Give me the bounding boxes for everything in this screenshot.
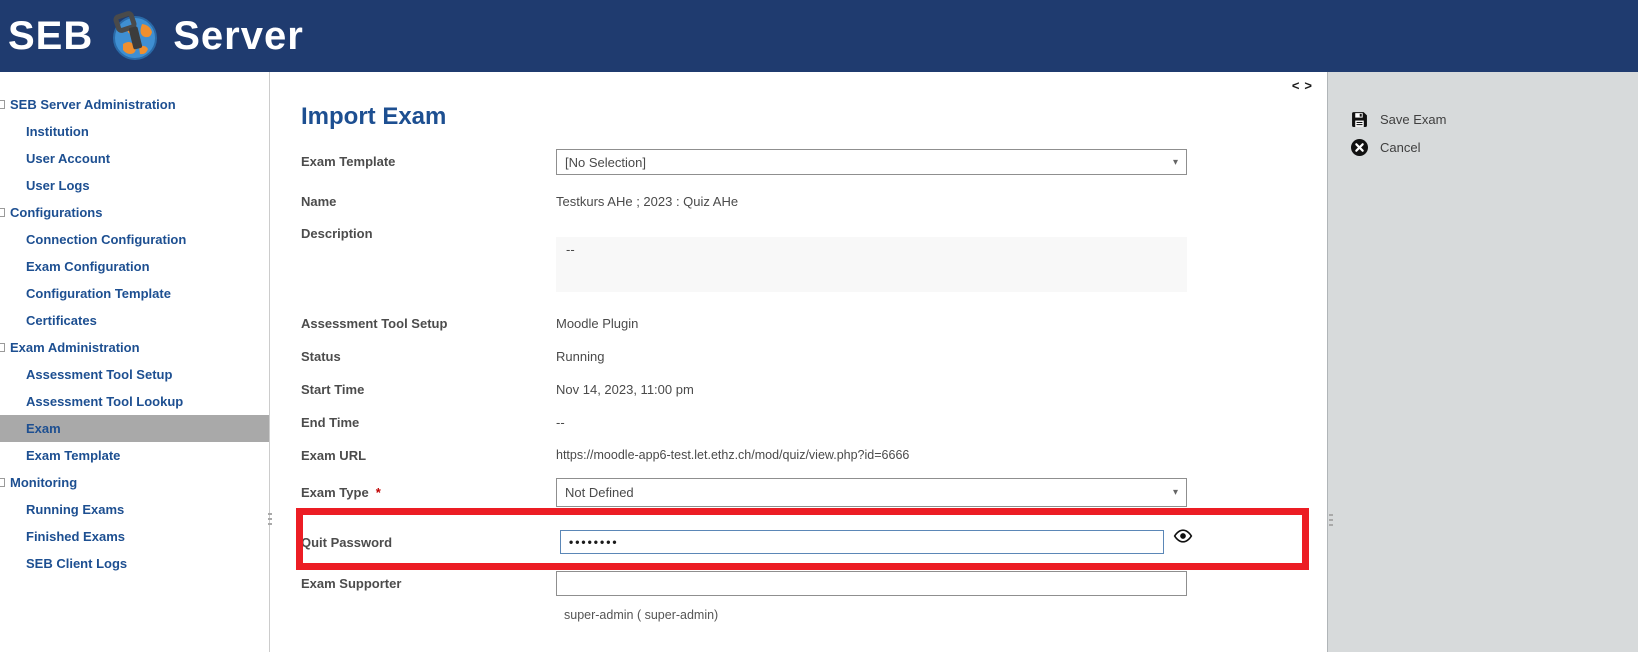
end-time-value: -- [556,410,565,434]
field-row-name: Name Testkurs AHe ; 2023 : Quiz AHe [271,189,1326,213]
sash-grip-left[interactable] [268,513,272,527]
sidebar-item-exam-administration[interactable]: Exam Administration [0,334,269,361]
app-header: SEB Server [0,0,1638,72]
description-value-box: -- [556,237,1187,292]
exam-template-select[interactable]: [No Selection] ▾ [556,149,1187,175]
assessment-tool-setup-value: Moodle Plugin [556,311,638,335]
save-exam-button[interactable]: Save Exam [1328,105,1638,133]
sidebar-item-monitoring[interactable]: Monitoring [0,469,269,496]
tree-toggle-icon[interactable] [0,208,5,217]
sidebar-item-assessment-tool-lookup[interactable]: Assessment Tool Lookup [0,388,269,415]
sidebar-item-institution[interactable]: Institution [0,118,269,145]
expand-panel-icon[interactable]: > [1304,78,1312,93]
cancel-label: Cancel [1380,140,1420,155]
tree-toggle-icon[interactable] [0,478,5,487]
exam-type-select[interactable]: Not Defined ▾ [556,478,1187,507]
sidebar-item-seb-server-administration[interactable]: SEB Server Administration [0,91,269,118]
sidebar-item-user-account[interactable]: User Account [0,145,269,172]
field-row-assessment-tool-setup: Assessment Tool Setup Moodle Plugin [271,311,1326,335]
quit-password-label: Quit Password [301,530,541,554]
name-value: Testkurs AHe ; 2023 : Quiz AHe [556,189,738,213]
tree-toggle-icon[interactable] [0,100,5,109]
page-title: Import Exam [301,103,446,131]
field-row-exam-type: Exam Type * Not Defined ▾ [271,478,1326,507]
reveal-password-button[interactable] [1172,525,1194,547]
sidebar-item-user-logs[interactable]: User Logs [0,172,269,199]
exam-supporter-label: Exam Supporter [301,571,541,596]
name-label: Name [301,189,541,213]
field-row-quit-password: Quit Password [271,530,1326,554]
exam-url-label: Exam URL [301,443,541,467]
field-row-end-time: End Time -- [271,410,1326,434]
import-exam-form: < > Import Exam Exam Template [No Select… [271,72,1326,652]
start-time-value: Nov 14, 2023, 11:00 pm [556,377,694,401]
field-row-exam-template: Exam Template [No Selection] ▾ [271,149,1326,175]
exam-supporter-hint: super-admin ( super-admin) [564,608,718,622]
field-row-start-time: Start Time Nov 14, 2023, 11:00 pm [271,377,1326,401]
brand-server-text: Server [173,14,304,59]
save-exam-label: Save Exam [1380,112,1446,127]
field-row-status: Status Running [271,344,1326,368]
brand-seb-text: SEB [8,14,93,59]
sidebar-item-running-exams[interactable]: Running Exams [0,496,269,523]
tree-toggle-icon[interactable] [0,343,5,352]
field-row-description: Description -- [271,220,1326,320]
sidebar-item-assessment-tool-setup[interactable]: Assessment Tool Setup [0,361,269,388]
seb-server-app: SEB Server SEB Server Administration Ins… [0,0,1638,652]
sidebar-item-connection-configuration[interactable]: Connection Configuration [0,226,269,253]
sidebar-item-finished-exams[interactable]: Finished Exams [0,523,269,550]
status-label: Status [301,344,541,368]
sidebar-item-seb-client-logs[interactable]: SEB Client Logs [0,550,269,577]
sidebar-item-exam-template[interactable]: Exam Template [0,442,269,469]
exam-template-label: Exam Template [301,149,541,173]
collapse-panel-icon[interactable]: < [1292,78,1300,93]
field-row-exam-supporter: Exam Supporter [271,571,1326,596]
required-asterisk: * [376,485,381,500]
exam-url-value: https://moodle-app6-test.let.ethz.ch/mod… [556,443,909,467]
exam-type-selected-value: Not Defined [565,485,634,500]
exam-template-selected-value: [No Selection] [565,155,646,170]
start-time-label: Start Time [301,377,541,401]
sidebar-item-configurations[interactable]: Configurations [0,199,269,226]
field-row-exam-url: Exam URL https://moodle-app6-test.let.et… [271,443,1326,467]
chevron-down-icon: ▾ [1173,487,1178,498]
globe-key-logo-icon [109,11,159,61]
cancel-button[interactable]: Cancel [1328,133,1638,161]
status-value: Running [556,344,604,368]
brand: SEB Server [8,0,304,72]
assessment-tool-setup-label: Assessment Tool Setup [301,311,541,335]
sash-grip-right[interactable] [1329,514,1333,528]
exam-type-label: Exam Type * [301,478,541,507]
description-label: Description [301,226,541,241]
sidebar-item-certificates[interactable]: Certificates [0,307,269,334]
sidebar-item-configuration-template[interactable]: Configuration Template [0,280,269,307]
eye-icon [1173,529,1193,543]
sidebar-item-exam-configuration[interactable]: Exam Configuration [0,253,269,280]
chevron-down-icon: ▾ [1173,157,1178,168]
sidebar-nav: SEB Server Administration Institution Us… [0,72,270,652]
exam-supporter-input[interactable] [556,571,1187,596]
cancel-circle-x-icon [1351,138,1369,156]
panel-toggle: < > [1292,78,1312,93]
end-time-label: End Time [301,410,541,434]
action-panel: Save Exam Cancel [1327,72,1638,652]
sidebar-item-exam[interactable]: Exam [0,415,269,442]
quit-password-input[interactable] [560,530,1164,554]
save-icon [1351,110,1369,128]
